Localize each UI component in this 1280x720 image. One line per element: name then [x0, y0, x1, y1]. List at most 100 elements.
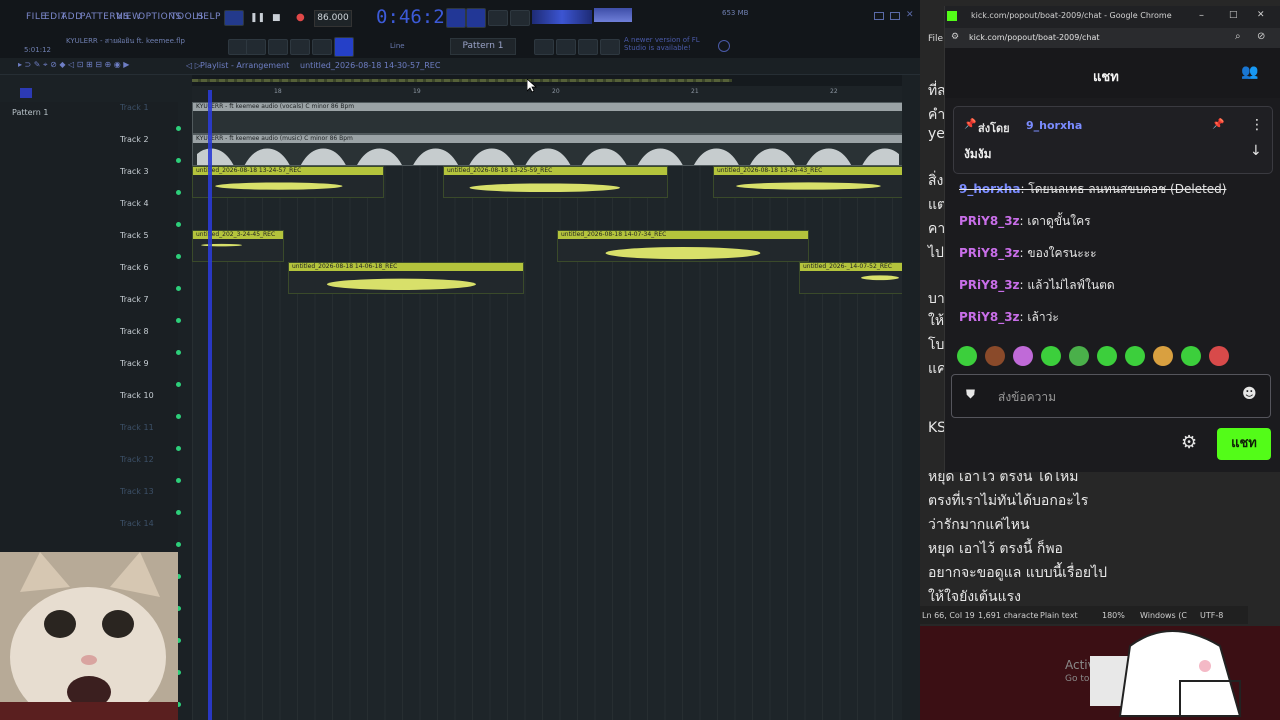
emote-icon[interactable] — [1153, 346, 1173, 366]
chrome-close-icon[interactable]: ✕ — [1257, 10, 1265, 20]
track-mute-led[interactable] — [176, 350, 181, 355]
recording-clip[interactable]: untitled_202_3-24-45_REC — [192, 230, 284, 262]
emote-icon[interactable] — [1069, 346, 1089, 366]
alt-button[interactable] — [578, 39, 598, 55]
track-header-1[interactable]: Track 1 — [120, 103, 149, 112]
fl-minimize-icon[interactable] — [874, 12, 884, 20]
audio-clip-vocals[interactable]: KYULERR - ft keemee audio (vocals) C min… — [192, 102, 902, 134]
stop-icon[interactable]: ■ — [272, 13, 281, 23]
track-header-7[interactable]: Track 7 — [120, 295, 149, 304]
recording-clip[interactable]: untitled_2026-_14-07-52_REC — [799, 262, 902, 294]
track-header-9[interactable]: Track 9 — [120, 359, 149, 368]
track-header-8[interactable]: Track 8 — [120, 327, 149, 336]
chrome-address-bar[interactable]: ⚙ kick.com/popout/boat-2009/chat ⌕ ⊘ — [945, 28, 1280, 48]
emote-icon[interactable] — [1041, 346, 1061, 366]
tool-button-2[interactable] — [246, 39, 266, 55]
url-text[interactable]: kick.com/popout/boat-2009/chat — [969, 33, 1100, 42]
pattern-snap-button[interactable] — [446, 8, 466, 28]
chrome-maximize-icon[interactable]: □ — [1229, 10, 1238, 20]
playhead-marker[interactable] — [208, 90, 212, 720]
playlist-ruler[interactable]: 18 19 20 21 22 — [192, 86, 902, 103]
tool-button-active[interactable] — [334, 37, 354, 57]
chat-username[interactable]: 9_horxha — [959, 182, 1020, 196]
notepad-file-menu[interactable]: File — [928, 34, 943, 44]
playlist-track-area[interactable]: KYULERR - ft keemee audio (vocals) C min… — [192, 102, 902, 720]
emote-icon[interactable] — [1013, 346, 1033, 366]
more-options-icon[interactable]: ⋮ — [1250, 117, 1264, 133]
track-header-11[interactable]: Track 11 — [120, 423, 154, 432]
pattern-selector[interactable]: Pattern 1 — [450, 38, 516, 55]
snap-selector[interactable]: Line — [390, 42, 405, 50]
step-mode-button[interactable] — [466, 8, 486, 28]
chat-send-button[interactable]: แชท — [1217, 428, 1271, 460]
track-mute-led[interactable] — [176, 478, 181, 483]
shield-icon[interactable]: ⛊ — [966, 387, 975, 402]
track-mute-led[interactable] — [176, 318, 181, 323]
chat-username[interactable]: PRiY8_3z — [959, 278, 1020, 292]
chrome-minimize-icon[interactable]: – — [1199, 10, 1204, 21]
emoji-icon[interactable]: ☻ — [1242, 386, 1257, 402]
track-header-10[interactable]: Track 10 — [120, 391, 154, 400]
collapse-arrow-icon[interactable]: ↓ — [1250, 143, 1262, 159]
chat-input-placeholder[interactable]: ส่งข้อความ — [998, 388, 1056, 407]
menu-help[interactable]: HELP — [196, 12, 221, 22]
track-mute-led[interactable] — [176, 446, 181, 451]
track-mute-led[interactable] — [176, 382, 181, 387]
recording-clip[interactable]: untitled_2026-08-18 14-07-34_REC — [557, 230, 809, 262]
browser-pattern-item[interactable]: Pattern 1 — [12, 108, 48, 117]
site-info-icon[interactable]: ⚙ — [951, 32, 959, 42]
update-notice[interactable]: A newer version of FL Studio is availabl… — [624, 36, 714, 52]
recording-clip[interactable]: untitled_2026-08-18 13-24-57_REC — [192, 166, 384, 198]
tool-button-3[interactable] — [268, 39, 288, 55]
shift-button[interactable] — [534, 39, 554, 55]
song-mode-toggle[interactable] — [224, 10, 244, 26]
track-mute-led[interactable] — [176, 222, 181, 227]
track-mute-led[interactable] — [176, 510, 181, 515]
browser-menu-icon[interactable] — [20, 88, 32, 98]
recording-clip[interactable]: untitled_2026-08-18 13-26-43_REC — [713, 166, 902, 198]
track-header-3[interactable]: Track 3 — [120, 167, 149, 176]
track-mute-led[interactable] — [176, 158, 181, 163]
recording-clip[interactable]: untitled_2026-08-18 13-25-59_REC — [443, 166, 668, 198]
track-header-6[interactable]: Track 6 — [120, 263, 149, 272]
track-header-13[interactable]: Track 13 — [120, 487, 154, 496]
record-icon[interactable]: ● — [296, 12, 305, 23]
tool-button-5[interactable] — [312, 39, 332, 55]
track-header-2[interactable]: Track 2 — [120, 135, 149, 144]
track-header-4[interactable]: Track 4 — [120, 199, 149, 208]
track-mute-led[interactable] — [176, 126, 181, 131]
track-mute-led[interactable] — [176, 190, 181, 195]
users-icon[interactable]: 👥 — [1241, 64, 1258, 80]
online-icon[interactable] — [718, 40, 730, 52]
tracking-off-icon[interactable]: ⊘ — [1257, 31, 1265, 42]
emote-icon[interactable] — [1125, 346, 1145, 366]
audio-clip-music[interactable]: KYULERR - ft keemee audio (music) C mino… — [192, 134, 902, 166]
tempo-display[interactable]: 86.000 — [314, 10, 352, 27]
track-mute-led[interactable] — [176, 286, 181, 291]
track-mute-led[interactable] — [176, 414, 181, 419]
emote-icon[interactable] — [985, 346, 1005, 366]
recording-clip[interactable]: untitled_2026-08-18 14-06-18_REC — [288, 262, 524, 294]
ctrl-button[interactable] — [556, 39, 576, 55]
tool-button-1[interactable] — [228, 39, 248, 55]
chat-username[interactable]: PRiY8_3z — [959, 214, 1020, 228]
chat-input-box[interactable]: ⛊ ส่งข้อความ ☻ — [951, 374, 1271, 418]
tool-button-4[interactable] — [290, 39, 310, 55]
loop-record-button[interactable] — [488, 10, 508, 26]
track-header-12[interactable]: Track 12 — [120, 455, 154, 464]
track-header-5[interactable]: Track 5 — [120, 231, 149, 240]
emote-icon[interactable] — [957, 346, 977, 366]
emote-icon[interactable] — [1097, 346, 1117, 366]
pause-icon[interactable]: ❚❚ — [250, 13, 265, 23]
emote-icon[interactable] — [1209, 346, 1229, 366]
playlist-tools-icons[interactable]: ▸ ⊃ ✎ ⌖ ⊘ ◆ ◁ ⊡ ⊞ ⊟ ⊕ ◉ ▶ — [18, 60, 129, 70]
playlist-arrow-icon[interactable]: ◁ ▷ — [186, 61, 201, 70]
unpin-icon[interactable]: 📌 — [1212, 119, 1224, 130]
pinned-user[interactable]: 9_horxha — [1026, 119, 1082, 132]
chat-username[interactable]: PRiY8_3z — [959, 310, 1020, 324]
track-mute-led[interactable] — [176, 542, 181, 547]
track-header-14[interactable]: Track 14 — [120, 519, 154, 528]
news-button[interactable] — [600, 39, 620, 55]
song-time-display[interactable]: 0:46:21 — [376, 6, 456, 28]
fl-maximize-icon[interactable] — [890, 12, 900, 20]
